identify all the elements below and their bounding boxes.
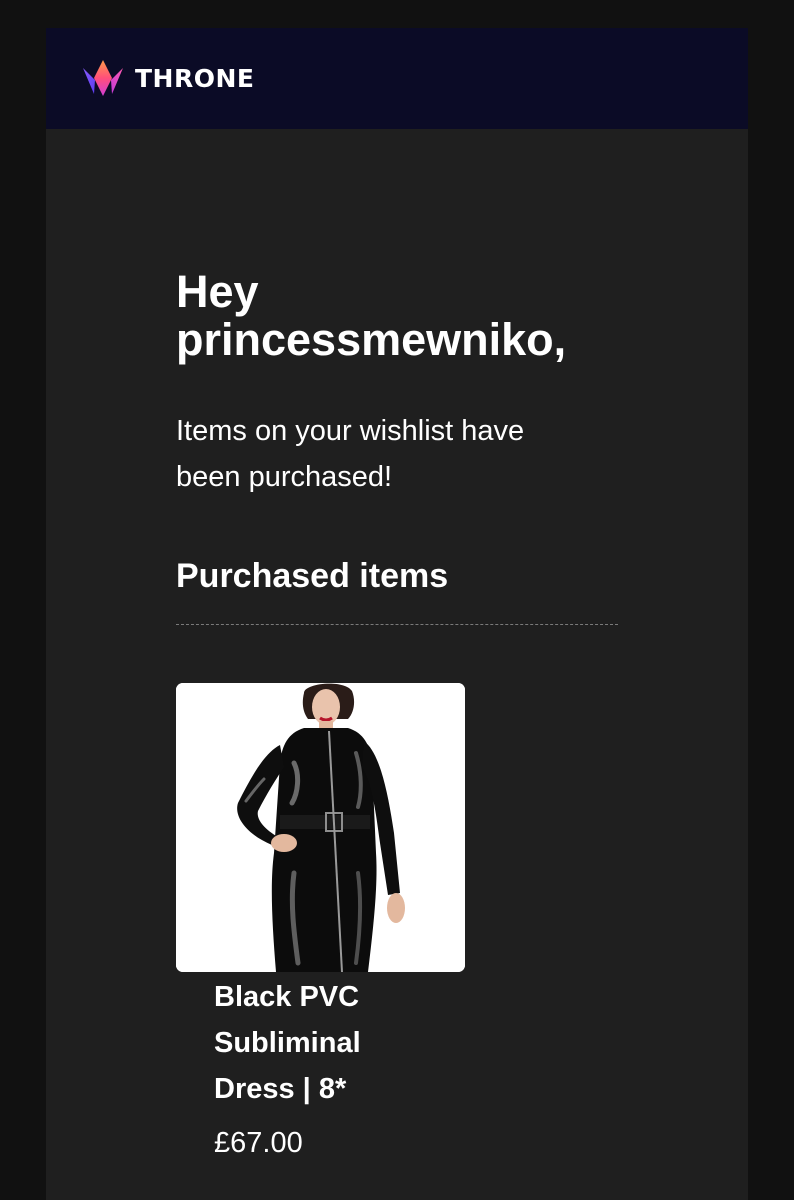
dashed-divider xyxy=(176,624,618,625)
wishlist-message: Items on your wishlist have been purchas… xyxy=(176,415,525,493)
email-viewport: THRONE Hey princessmewniko, Items on you… xyxy=(0,0,794,1200)
product-price: £67.00 xyxy=(214,1127,303,1159)
throne-logo[interactable]: THRONE xyxy=(81,60,254,96)
product-photo-black-pvc-dress xyxy=(176,683,465,972)
product-name[interactable]: Black PVC Subliminal Dress | 8* xyxy=(214,974,424,1112)
crown-logo-icon xyxy=(81,60,125,96)
purchased-items-heading: Purchased items xyxy=(176,557,449,595)
greeting-heading: Hey princessmewniko, xyxy=(176,266,567,365)
email-header: THRONE xyxy=(46,28,748,129)
email-card: THRONE Hey princessmewniko, Items on you… xyxy=(46,28,748,1200)
brand-name: THRONE xyxy=(135,63,255,93)
product-image[interactable] xyxy=(176,683,465,972)
